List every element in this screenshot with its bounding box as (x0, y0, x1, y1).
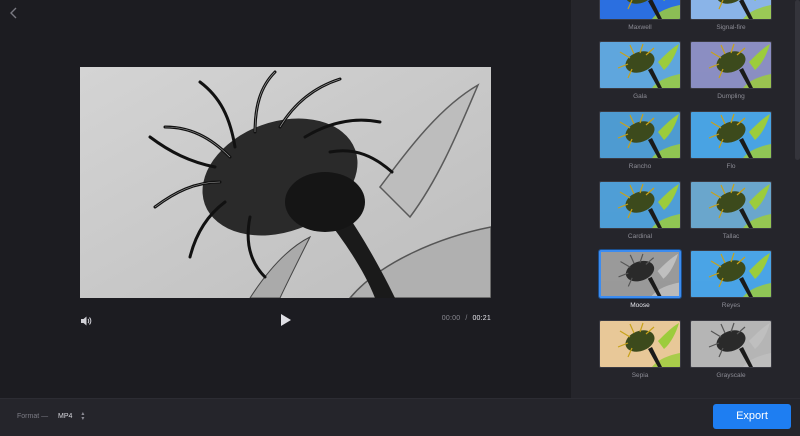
filter-item-flo[interactable]: Flo (690, 111, 772, 170)
video-preview[interactable] (80, 67, 491, 298)
filter-thumbnail (690, 111, 772, 159)
filter-name: Reyes (721, 302, 741, 309)
filter-name: Moose (630, 302, 650, 309)
select-arrows-icon: ▴ ▾ (81, 411, 85, 422)
time-separator: / (465, 315, 468, 322)
filter-panel-scrollbar[interactable] (795, 0, 800, 160)
filter-name: Signal-fire (716, 24, 746, 31)
filter-name: Dumpling (717, 93, 745, 100)
filter-item-tallac[interactable]: Tallac (690, 181, 772, 240)
filter-item-cardinal[interactable]: Cardinal (599, 181, 681, 240)
editor-main-area: 00:00 / 00:21 (0, 0, 571, 398)
filter-item-dumpling[interactable]: Dumpling (690, 41, 772, 100)
time-readout: 00:00 / 00:21 (442, 315, 491, 322)
filter-panel: Maxwell Signal-fire Gala Dumpling Rancho Flo C… (571, 0, 800, 398)
filter-thumbnail (599, 41, 681, 89)
filter-item-gala[interactable]: Gala (599, 41, 681, 100)
filter-item-rancho[interactable]: Rancho (599, 111, 681, 170)
back-icon[interactable] (6, 4, 22, 22)
filter-name: Cardinal (627, 233, 653, 240)
filter-thumbnail (690, 181, 772, 229)
filter-name: Tallac (722, 233, 740, 240)
filter-thumbnail (690, 0, 772, 20)
filter-name: Maxwell (628, 24, 652, 31)
volume-icon[interactable] (80, 314, 92, 326)
filter-item-maxwell[interactable]: Maxwell (599, 0, 681, 31)
filter-thumbnail (690, 41, 772, 89)
filter-thumbnail (599, 181, 681, 229)
filter-item-moose[interactable]: Moose (599, 250, 681, 309)
current-time: 00:00 (441, 315, 461, 322)
filter-name: Sepia (631, 372, 649, 379)
filter-thumbnail (599, 320, 681, 368)
filter-name: Grayscale (716, 372, 746, 379)
format-label: Format — (17, 413, 49, 420)
filter-thumbnail (690, 250, 772, 298)
export-button[interactable]: Export (713, 404, 791, 429)
player-controls: 00:00 / 00:21 (80, 310, 491, 330)
total-time: 00:21 (472, 315, 491, 322)
filter-name: Rancho (628, 163, 652, 170)
filter-item-grayscale[interactable]: Grayscale (690, 320, 772, 379)
filter-thumbnail (690, 320, 772, 368)
filter-name: Gala (633, 93, 647, 100)
format-value: MP4 (58, 413, 73, 420)
filter-thumbnail (599, 250, 681, 298)
filter-item-reyes[interactable]: Reyes (690, 250, 772, 309)
play-icon[interactable] (280, 313, 292, 327)
filter-item-sepia[interactable]: Sepia (599, 320, 681, 379)
filter-name: Flo (726, 163, 736, 170)
filter-item-signal-fire[interactable]: Signal-fire (690, 0, 772, 31)
filter-thumbnail (599, 0, 681, 20)
format-select[interactable]: MP4 ▴ ▾ (58, 411, 84, 423)
footer-bar: Format — MP4 ▴ ▾ Export (0, 398, 800, 436)
filter-thumbnail (599, 111, 681, 159)
